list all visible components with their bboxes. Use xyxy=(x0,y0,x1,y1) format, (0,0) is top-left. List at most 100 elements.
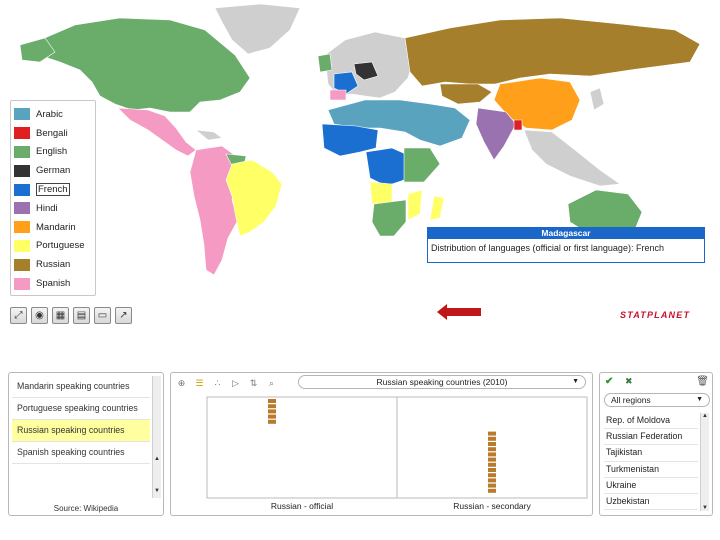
region-uk[interactable] xyxy=(317,53,333,73)
region-item[interactable]: Tajikistan xyxy=(604,445,698,462)
region-select[interactable]: All regions ▼ xyxy=(604,393,710,407)
check-icon[interactable]: ✔ xyxy=(605,376,613,387)
category-label: Russian - secondary xyxy=(453,501,531,511)
legend-item[interactable]: German xyxy=(14,161,92,180)
region-north-america[interactable] xyxy=(39,17,251,113)
legend-swatch xyxy=(14,202,30,215)
legend-item[interactable]: Arabic xyxy=(14,105,92,124)
bar-unit[interactable] xyxy=(488,457,496,462)
region-list: Rep. of Moldova Russian Federation Tajikis… xyxy=(604,413,698,511)
chart-panel: ⊕ ☰ ∴ ▷ ⇅ ⌕ Russian speaking countries (… xyxy=(170,372,593,516)
region-southern-africa[interactable] xyxy=(371,199,407,237)
export-icon[interactable]: ↗ xyxy=(115,307,132,324)
close-icon[interactable]: ✖ xyxy=(625,376,633,387)
region-item[interactable]: Turkmenistan xyxy=(604,462,698,478)
map-toolbar: ⤢ ◉ ▦ ▤ ▭ ↗ xyxy=(10,307,132,324)
bar-unit[interactable] xyxy=(488,442,496,446)
region-east-africa[interactable] xyxy=(403,147,441,183)
bar-unit[interactable] xyxy=(268,409,276,414)
zoom-fit-icon[interactable]: ⤢ xyxy=(10,307,27,324)
region-item[interactable]: Russian Federation xyxy=(604,429,698,446)
legend-item[interactable]: Bengali xyxy=(14,124,92,143)
indicator-item[interactable]: Russian speaking countries xyxy=(12,420,150,442)
legend-label: Arabic xyxy=(36,108,63,120)
bar-unit[interactable] xyxy=(488,473,496,478)
legend-item[interactable]: Mandarin xyxy=(14,218,92,237)
statplanet-logo: STATPLANET xyxy=(620,310,691,320)
bar-chart: Russian - official Russian - secondary xyxy=(206,396,588,511)
table-icon[interactable]: ▤ xyxy=(73,307,90,324)
tooltip-title: Madagascar xyxy=(428,228,704,239)
indicator-scrollbar[interactable]: ▲ ▼ xyxy=(152,376,161,498)
bar-unit[interactable] xyxy=(488,478,496,483)
legend-swatch xyxy=(14,239,30,252)
left-arrow-icon[interactable] xyxy=(437,304,481,320)
bar-unit[interactable] xyxy=(488,488,496,493)
legend-swatch xyxy=(14,183,30,196)
scroll-up-icon[interactable]: ▲ xyxy=(701,413,709,419)
legend-label: French xyxy=(36,183,70,197)
bar-unit[interactable] xyxy=(488,436,496,441)
region-bangladesh[interactable] xyxy=(513,119,523,131)
bar-unit[interactable] xyxy=(488,483,496,488)
legend-swatch xyxy=(14,277,30,290)
color-palette-icon[interactable]: ▦ xyxy=(52,307,69,324)
region-central-africa[interactable] xyxy=(365,147,411,187)
region-panel: ✔ ✖ 🗑 All regions ▼ Rep. of Moldova Russi… xyxy=(599,372,713,516)
region-greenland[interactable] xyxy=(214,3,301,55)
region-madagascar[interactable] xyxy=(429,195,445,221)
legend-item[interactable]: Russian xyxy=(14,255,92,274)
region-south-america-spanish[interactable] xyxy=(189,145,239,276)
window-icon[interactable]: ▭ xyxy=(94,307,111,324)
legend-swatch xyxy=(14,164,30,177)
scroll-up-icon[interactable]: ▲ xyxy=(153,456,161,462)
region-item[interactable]: Ukraine xyxy=(604,478,698,495)
legend-label: Portuguese xyxy=(36,240,85,252)
legend-swatch xyxy=(14,108,30,121)
region-spain[interactable] xyxy=(329,89,347,101)
indicator-panel: Mandarin speaking countries Portuguese sp… xyxy=(8,372,164,516)
scroll-down-icon[interactable]: ▼ xyxy=(701,505,709,511)
legend-item[interactable]: Hindi xyxy=(14,199,92,218)
legend-label: Russian xyxy=(36,259,71,271)
bar-unit[interactable] xyxy=(268,399,276,403)
region-scrollbar[interactable]: ▲ ▼ xyxy=(700,413,709,511)
map-tooltip: Madagascar Distribution of languages (of… xyxy=(427,227,705,263)
legend-label: Hindi xyxy=(36,202,58,214)
bar-unit[interactable] xyxy=(488,431,496,436)
region-russia[interactable] xyxy=(404,17,701,87)
trash-icon[interactable]: 🗑 xyxy=(696,376,709,387)
map-legend: Arabic Bengali English German French Hindi Man… xyxy=(10,100,96,296)
region-angola[interactable] xyxy=(369,181,393,205)
region-toolbar: ✔ ✖ 🗑 xyxy=(605,376,709,388)
region-item[interactable]: Rep. of Moldova xyxy=(604,413,698,430)
legend-swatch xyxy=(14,221,30,234)
bar-unit[interactable] xyxy=(268,419,276,424)
legend-swatch xyxy=(14,127,30,140)
legend-label: English xyxy=(36,146,68,158)
region-central-asia[interactable] xyxy=(439,83,493,105)
bar-unit[interactable] xyxy=(488,452,496,457)
region-mozambique[interactable] xyxy=(407,189,423,221)
indicator-item[interactable]: Spanish speaking countries xyxy=(12,442,150,464)
eye-icon[interactable]: ◉ xyxy=(31,307,48,324)
region-item[interactable]: Uzbekistan xyxy=(604,494,698,511)
legend-item[interactable]: French xyxy=(14,180,92,199)
region-caribbean[interactable] xyxy=(195,129,223,141)
chevron-down-icon: ▼ xyxy=(696,396,703,403)
source-label: Source: Wikipedia xyxy=(53,504,119,513)
region-mexico[interactable] xyxy=(117,107,197,157)
legend-item[interactable]: English xyxy=(14,143,92,162)
bar-unit[interactable] xyxy=(488,468,496,472)
bar-unit[interactable] xyxy=(488,462,496,467)
legend-item[interactable]: Spanish xyxy=(14,274,92,293)
region-japan[interactable] xyxy=(589,87,605,111)
legend-item[interactable]: Portuguese xyxy=(14,237,92,256)
indicator-item[interactable]: Portuguese speaking countries xyxy=(12,398,150,420)
bar-unit[interactable] xyxy=(268,404,276,409)
region-southeast-asia[interactable] xyxy=(523,129,621,187)
bar-unit[interactable] xyxy=(268,414,276,419)
scroll-down-icon[interactable]: ▼ xyxy=(153,488,161,494)
indicator-item[interactable]: Mandarin speaking countries xyxy=(12,376,150,398)
bar-unit[interactable] xyxy=(488,447,496,452)
